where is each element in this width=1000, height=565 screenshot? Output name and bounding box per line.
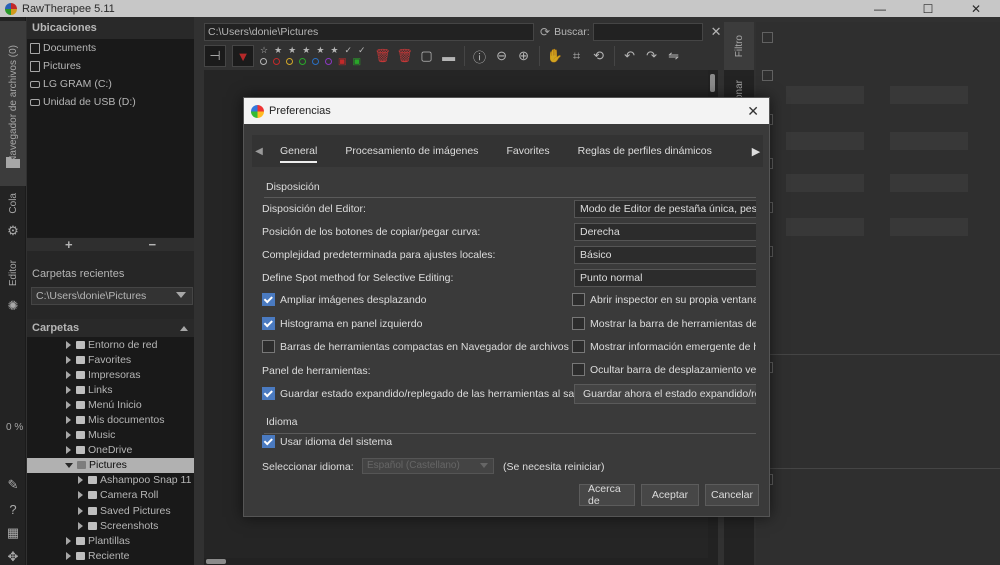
save-state-now-button[interactable]: Guardar ahora el estado expandido/repleg… (574, 384, 756, 404)
ok-button[interactable]: Aceptar (641, 484, 699, 506)
checkbox-icon (572, 317, 585, 330)
hide-scrollbar-checkbox[interactable]: Ocultar barra de desplazamiento vertical (572, 363, 756, 376)
checkbox-icon (262, 340, 275, 353)
language-select: Español (Castellano) (362, 458, 494, 474)
tab-dynamic-profile-rules[interactable]: Reglas de perfiles dinámicos (564, 135, 726, 167)
restart-note: (Se necesita reiniciar) (503, 461, 605, 473)
cancel-button[interactable]: Cancelar (705, 484, 759, 506)
scroll-tabs-right-icon[interactable]: ▶ (749, 145, 763, 158)
editor-layout-select[interactable]: Modo de Editor de pestaña única, pestaña… (574, 200, 756, 218)
compact-toolbars-checkbox[interactable]: Barras de herramientas compactas en Nave… (262, 340, 569, 353)
preferences-dialog: Preferencias ✕ ◀ General Procesamiento d… (243, 97, 770, 517)
spot-method-label: Define Spot method for Selective Editing… (262, 272, 454, 284)
checkbox-icon (572, 363, 585, 376)
curve-buttons-select[interactable]: Derecha (574, 223, 756, 241)
complexity-select[interactable]: Básico (574, 246, 756, 264)
tab-general[interactable]: General (266, 135, 331, 167)
checkbox-checked-icon (262, 317, 275, 330)
layout-section-title: Disposición (266, 181, 320, 193)
rawtherapee-logo-icon (251, 104, 264, 118)
dialog-titlebar: Preferencias ✕ (244, 98, 769, 124)
show-tooltips-checkbox[interactable]: Mostrar información emergente de herrami… (572, 340, 756, 353)
dialog-title: Preferencias (269, 105, 331, 117)
checkbox-checked-icon (262, 387, 275, 400)
tab-favorites[interactable]: Favorites (492, 135, 563, 167)
checkbox-checked-icon (262, 435, 275, 448)
checkbox-checked-icon (262, 293, 275, 306)
use-system-language-checkbox[interactable]: Usar idioma del sistema (262, 435, 392, 448)
close-dialog-button[interactable]: ✕ (747, 103, 759, 120)
chevron-down-icon (480, 463, 488, 468)
language-section-title: Idioma (266, 416, 298, 428)
save-expanded-checkbox[interactable]: Guardar estado expandido/replegado de la… (262, 387, 582, 400)
tools-panel-label: Panel de herramientas: (262, 365, 371, 377)
scroll-tabs-left-icon[interactable]: ◀ (252, 146, 266, 157)
show-toolbar-checkbox[interactable]: Mostrar la barra de herramientas de la v… (572, 317, 756, 330)
checkbox-icon (572, 293, 585, 306)
histogram-left-checkbox[interactable]: Histograma en panel izquierdo (262, 317, 422, 330)
spot-method-select[interactable]: Punto normal (574, 269, 756, 287)
general-tab-content: Disposición Disposición del Editor: Modo… (252, 173, 756, 481)
about-button[interactable]: Acerca de (579, 483, 635, 507)
open-inspector-checkbox[interactable]: Abrir inspector en su propia ventana o p… (572, 293, 756, 306)
complexity-label: Complejidad predeterminada para ajustes … (262, 249, 496, 261)
select-language-label: Seleccionar idioma: (262, 461, 354, 473)
tab-image-processing[interactable]: Procesamiento de imágenes (331, 135, 492, 167)
zoom-pan-checkbox[interactable]: Ampliar imágenes desplazando (262, 293, 427, 306)
editor-layout-label: Disposición del Editor: (262, 203, 366, 215)
preferences-tabs: ◀ General Procesamiento de imágenes Favo… (252, 135, 763, 167)
checkbox-icon (572, 340, 585, 353)
curve-buttons-label: Posición de los botones de copiar/pegar … (262, 226, 481, 238)
